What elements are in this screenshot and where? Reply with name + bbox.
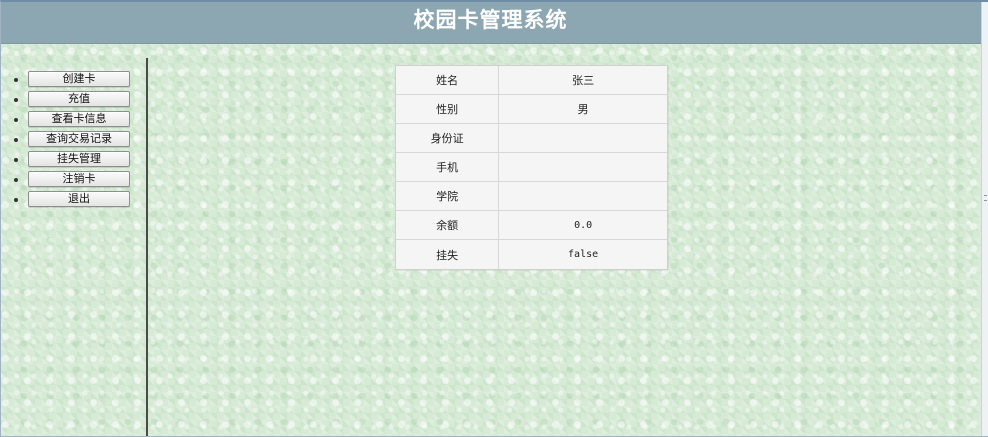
window-scroll-edge[interactable] [981,0,988,437]
app-header: 校园卡管理系统 [0,0,981,44]
table-row: 学院 [396,182,667,211]
college-label: 学院 [396,182,500,211]
gender-label: 性别 [396,95,500,124]
bullet-icon [14,98,18,102]
create-card-button[interactable]: 创建卡 [28,71,130,87]
name-value: 张三 [499,66,667,95]
balance-label: 余额 [396,211,500,240]
card-info-table: 姓名 张三 性别 男 身份证 手机 学院 余额 0.0 挂失 false [395,65,668,270]
id-card-value [499,124,667,153]
grip-icon [984,195,987,201]
table-row: 姓名 张三 [396,66,667,95]
table-row: 挂失 false [396,240,667,269]
gender-value: 男 [499,95,667,124]
loss-status-value: false [499,240,667,269]
id-card-label: 身份证 [396,124,500,153]
loss-management-button[interactable]: 挂失管理 [28,151,130,167]
bullet-icon [14,138,18,142]
cancel-card-button[interactable]: 注销卡 [28,171,130,187]
view-card-info-button[interactable]: 查看卡信息 [28,111,130,127]
phone-label: 手机 [396,153,500,182]
bullet-icon [14,78,18,82]
college-value [499,182,667,211]
balance-value: 0.0 [499,211,667,240]
name-label: 姓名 [396,66,500,95]
bullet-icon [14,118,18,122]
table-row: 余额 0.0 [396,211,667,240]
bullet-icon [14,198,18,202]
sidebar-nav: 创建卡 充值 查看卡信息 查询交易记录 挂失管理 注销卡 退出 [0,58,148,437]
loss-status-label: 挂失 [396,240,500,269]
page-title: 校园卡管理系统 [413,7,568,32]
table-row: 性别 男 [396,95,667,124]
recharge-button[interactable]: 充值 [28,91,130,107]
logout-button[interactable]: 退出 [28,191,130,207]
table-row: 手机 [396,153,667,182]
table-row: 身份证 [396,124,667,153]
bullet-icon [14,158,18,162]
bullet-icon [14,178,18,182]
query-transactions-button[interactable]: 查询交易记录 [28,131,130,147]
phone-value [499,153,667,182]
